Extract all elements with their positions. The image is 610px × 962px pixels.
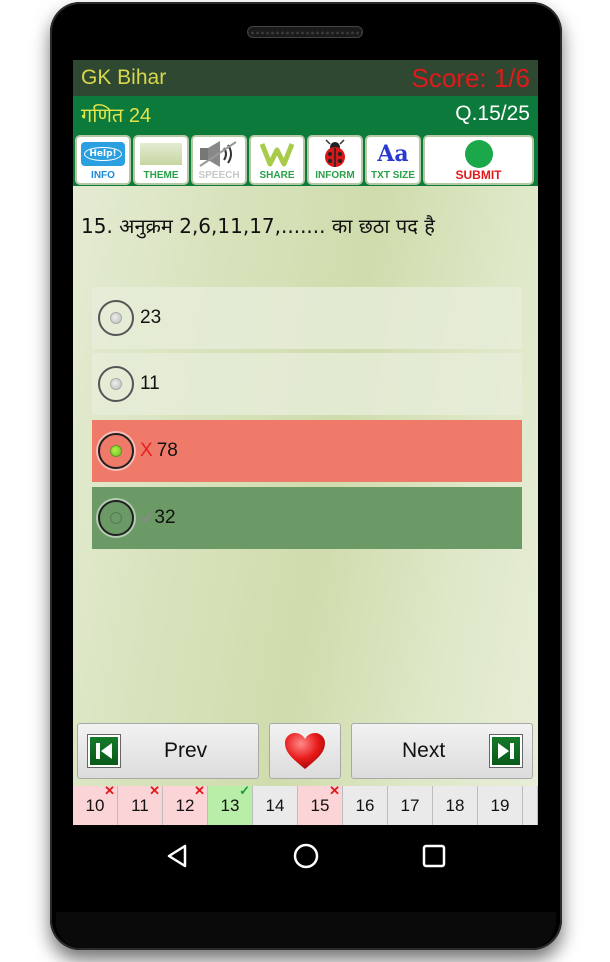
inform-button[interactable]: INFORM <box>307 135 363 185</box>
share-label: SHARE <box>259 170 295 181</box>
question-cell-17[interactable]: 17 <box>388 786 433 825</box>
wrong-flag-icon: ✕ <box>329 783 340 798</box>
theme-button[interactable]: THEME <box>133 135 189 185</box>
radio-button[interactable] <box>98 366 134 402</box>
radio-dot-icon <box>110 512 122 524</box>
option-text: 11 <box>140 373 160 394</box>
question-cell-14[interactable]: 14 <box>253 786 298 825</box>
speaker-muted-icon <box>199 140 237 167</box>
wrong-flag-icon: ✕ <box>104 783 115 798</box>
submit-button[interactable]: SUBMIT <box>423 135 534 185</box>
speech-label: SPEECH <box>198 170 240 181</box>
option-2[interactable]: 11 <box>92 353 522 415</box>
question-cell-16[interactable]: 16 <box>343 786 388 825</box>
inform-label: INFORM <box>315 170 355 181</box>
info-button[interactable]: Help! INFO <box>75 135 131 185</box>
question-number: 13 <box>220 795 240 815</box>
share-w-icon <box>259 142 295 166</box>
skip-forward-icon <box>489 734 523 768</box>
favorite-button[interactable] <box>269 723 341 779</box>
green-dot-icon <box>464 139 493 168</box>
recents-icon[interactable] <box>419 841 449 871</box>
subject-title: गणित 24 <box>81 104 152 127</box>
option-1[interactable]: 23 <box>92 287 522 349</box>
sub-bar: गणित 24 Q.15/25 <box>73 96 538 132</box>
question-strip: 10 ✕ 11 ✕ 12 ✕ 13 ✓ 14 15 ✕ 16 17 18 19 <box>73 783 538 825</box>
correct-flag-icon: ✓ <box>239 783 250 798</box>
app-title: GK Bihar <box>81 66 167 89</box>
option-4-correct[interactable]: ✔ 32 <box>92 487 522 549</box>
question-counter: Q.15/25 <box>455 102 530 125</box>
question-number: 10 <box>85 795 105 815</box>
radio-dot-icon <box>110 312 122 324</box>
question-cell-12[interactable]: 12 ✕ <box>163 783 208 825</box>
text-size-label: TXT SIZE <box>371 170 415 181</box>
theme-swatch-icon <box>140 142 182 165</box>
wrong-flag-icon: ✕ <box>149 783 160 798</box>
option-text: 23 <box>140 307 162 328</box>
wrong-mark-icon: X <box>140 440 153 461</box>
toolbar: Help! INFO THEME SPEECH SHARE INFORM Aa … <box>73 132 538 186</box>
question-number: 11 <box>131 795 149 815</box>
question-number: 16 <box>355 795 375 815</box>
submit-label: SUBMIT <box>455 168 502 182</box>
prev-label: Prev <box>164 739 208 762</box>
home-icon[interactable] <box>291 841 321 871</box>
phone-chin <box>56 912 556 948</box>
next-button[interactable]: Next <box>351 723 533 779</box>
heart-icon <box>285 733 325 769</box>
theme-label: THEME <box>143 170 179 181</box>
question-number: 19 <box>490 795 510 815</box>
wrong-flag-icon: ✕ <box>194 783 205 798</box>
ladybug-icon <box>325 138 345 167</box>
help-bubble-icon: Help! <box>81 141 125 166</box>
info-label: INFO <box>91 170 115 181</box>
top-bar: GK Bihar Score: 1/6 <box>73 60 538 96</box>
radio-button[interactable] <box>98 300 134 336</box>
option-text: 78 <box>156 440 178 461</box>
back-icon[interactable] <box>163 841 193 871</box>
option-3-selected-wrong[interactable]: X 78 <box>92 420 522 482</box>
question-cell-19[interactable]: 19 <box>478 786 523 825</box>
text-size-icon: Aa <box>377 140 409 167</box>
speech-button[interactable]: SPEECH <box>191 135 247 185</box>
next-label: Next <box>402 739 446 762</box>
earpiece-speaker <box>247 26 363 38</box>
question-number: 18 <box>445 795 465 815</box>
question-cell-partial[interactable] <box>523 786 538 825</box>
question-number: 14 <box>265 795 285 815</box>
question-number: 17 <box>400 795 420 815</box>
question-cell-13[interactable]: 13 ✓ <box>208 783 253 825</box>
prev-button[interactable]: Prev <box>77 723 259 779</box>
option-text: 32 <box>154 507 176 528</box>
share-button[interactable]: SHARE <box>249 135 305 185</box>
question-number: 12 <box>175 795 195 815</box>
radio-button[interactable] <box>98 500 134 536</box>
radio-button-selected[interactable] <box>98 433 134 469</box>
question-cell-15[interactable]: 15 ✕ <box>298 783 343 825</box>
radio-dot-icon <box>110 378 122 390</box>
question-text: 15. अनुक्रम 2,6,11,17,....... का छठा पद … <box>81 214 435 238</box>
app-screen: GK Bihar Score: 1/6 गणित 24 Q.15/25 Help… <box>73 60 538 825</box>
check-mark-icon: ✔ <box>140 508 154 528</box>
question-cell-11[interactable]: 11 ✕ <box>118 783 163 825</box>
system-navigation-bar <box>73 825 538 887</box>
skip-back-icon <box>87 734 121 768</box>
score-display: Score: 1/6 <box>411 62 530 93</box>
text-size-button[interactable]: Aa TXT SIZE <box>365 135 421 185</box>
question-number: 15 <box>310 795 330 815</box>
radio-dot-icon <box>110 445 122 457</box>
question-cell-18[interactable]: 18 <box>433 786 478 825</box>
question-cell-10[interactable]: 10 ✕ <box>73 783 118 825</box>
